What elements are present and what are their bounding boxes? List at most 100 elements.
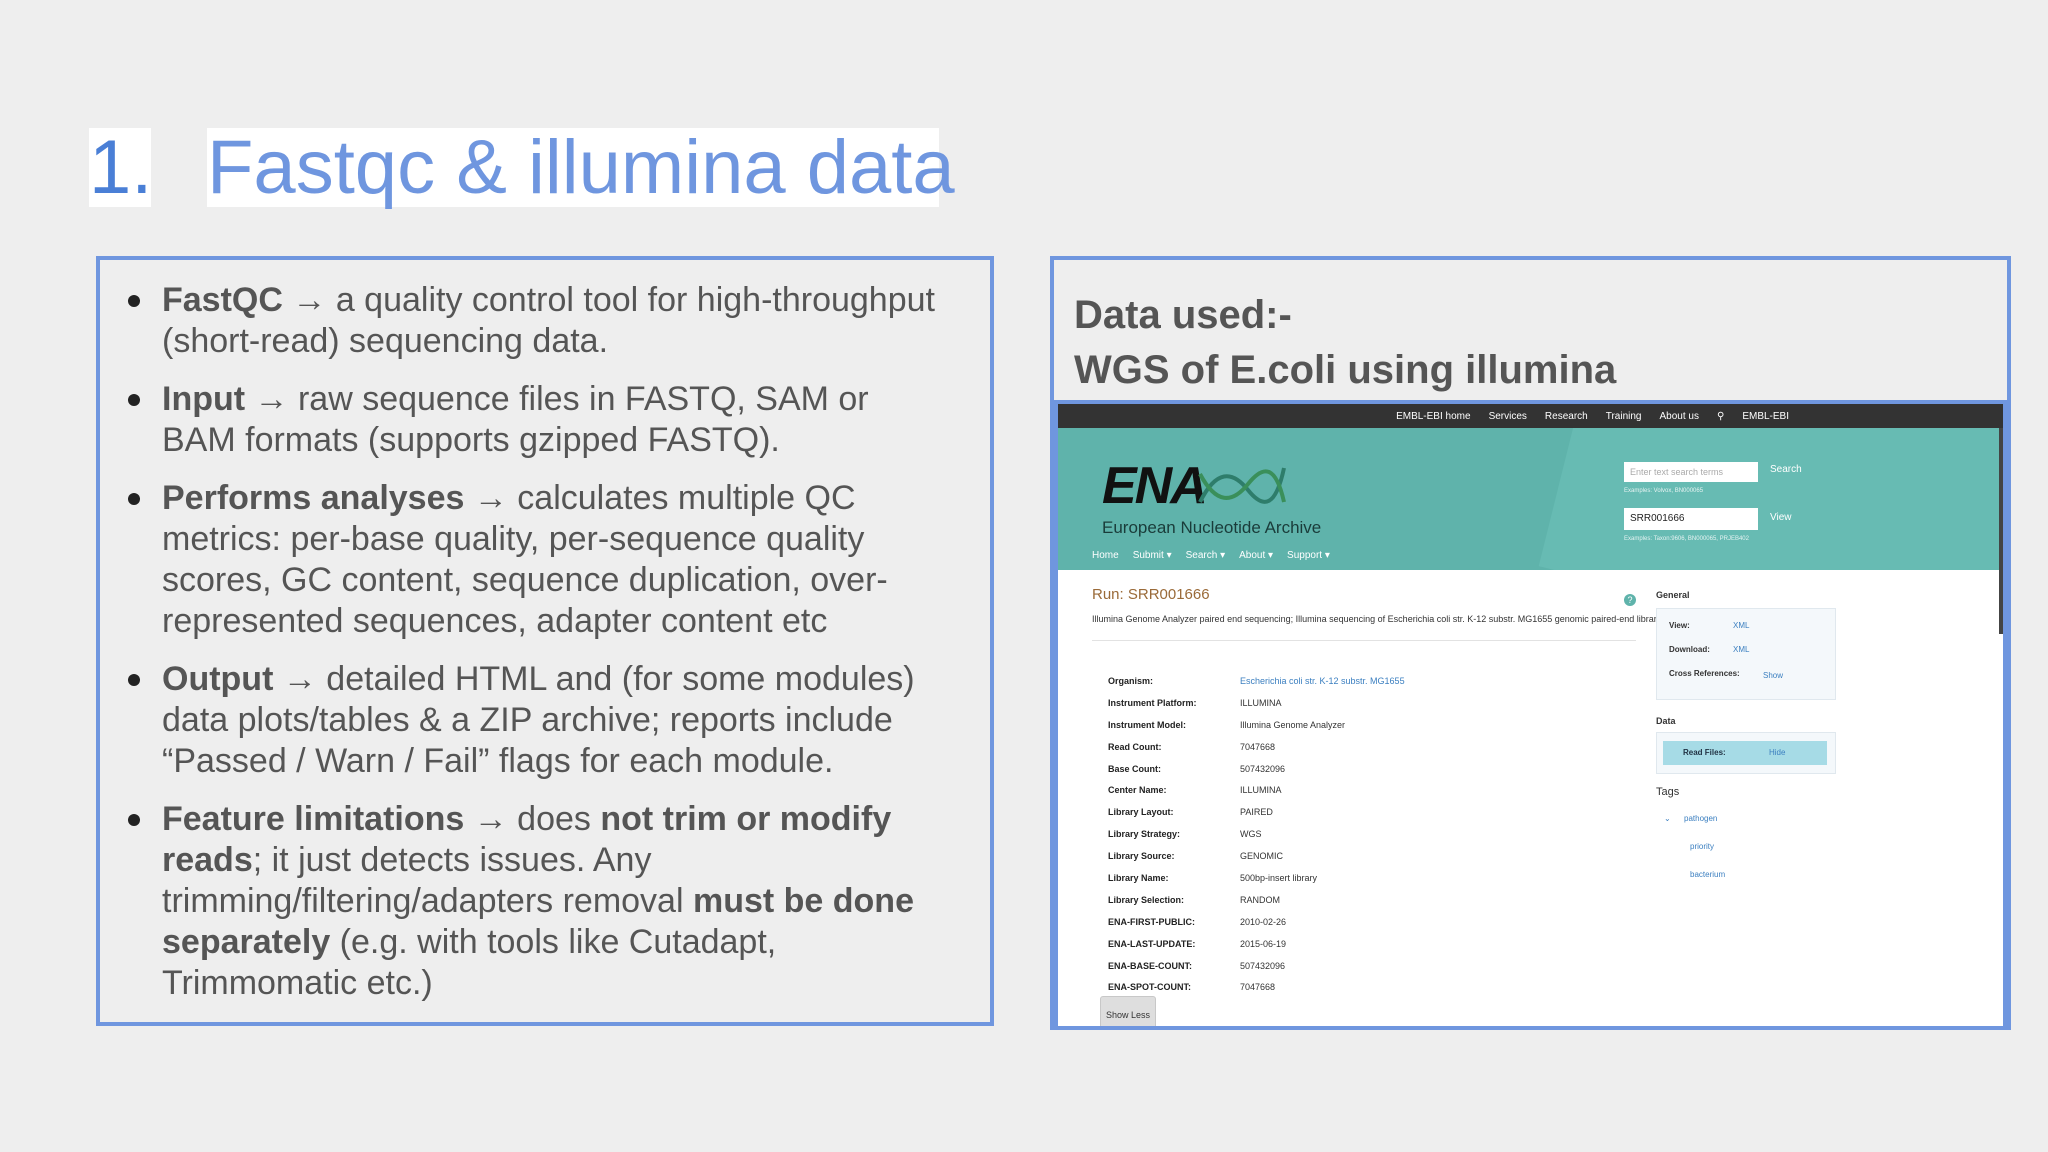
topbar-services-link[interactable]: Services <box>1489 411 1527 422</box>
metadata-key: Instrument Model: <box>1108 719 1186 730</box>
feature-box: FastQC → a quality control tool for high… <box>96 256 994 1026</box>
topbar-home-link[interactable]: EMBL-EBI home <box>1396 411 1470 422</box>
scrollbar[interactable] <box>1999 428 2003 634</box>
topbar-training-link[interactable]: Training <box>1606 411 1642 422</box>
topbar-about-link[interactable]: About us <box>1660 411 1699 422</box>
accession-input[interactable]: SRR001666 <box>1624 508 1758 530</box>
metadata-key: Library Source: <box>1108 851 1175 862</box>
dna-helix-icon <box>1198 467 1286 504</box>
embl-topbar: EMBL-EBI home Services Research Training… <box>1058 404 2003 428</box>
metadata-value: ILLUMINA <box>1240 697 1282 708</box>
cross-references-link[interactable]: Show <box>1763 671 1783 680</box>
topbar-research-link[interactable]: Research <box>1545 411 1588 422</box>
metadata-key: Library Name: <box>1108 872 1169 883</box>
nav-search[interactable]: Search ▾ <box>1186 550 1225 561</box>
ena-screenshot: EMBL-EBI home Services Research Training… <box>1054 400 2007 1026</box>
metadata-row: Read Count: 7047668 <box>1108 736 1405 758</box>
nav-home[interactable]: Home <box>1092 550 1119 561</box>
metadata-row: Library Strategy: WGS <box>1108 823 1405 845</box>
metadata-value: 7047668 <box>1240 741 1276 752</box>
read-files-row[interactable]: Read Files: Hide <box>1663 741 1827 765</box>
tag-bacterium[interactable]: bacterium <box>1690 870 1725 879</box>
nav-submit[interactable]: Submit ▾ <box>1133 550 1172 561</box>
bullet-term: Output <box>162 660 274 698</box>
bullet-term: Feature limitations <box>162 800 465 838</box>
metadata-value: 7047668 <box>1240 982 1276 993</box>
download-xml-link[interactable]: XML <box>1733 645 1749 654</box>
bullet-text: → does <box>464 800 601 838</box>
data-used-line2: WGS of E.coli using illumina <box>1074 348 1617 392</box>
general-panel: View: XML Download: XML Cross References… <box>1656 608 1836 700</box>
metadata-row: Library Name: 500bp-insert library <box>1108 867 1405 889</box>
view-label: View: <box>1669 621 1690 630</box>
metadata-value[interactable]: Escherichia coli str. K-12 substr. MG165… <box>1240 676 1405 686</box>
metadata-key: ENA-FIRST-PUBLIC: <box>1108 916 1195 927</box>
search-examples: Examples: Volvox, BN000065 <box>1624 488 1704 494</box>
sidebar: General View: XML Download: XML Cross Re… <box>1656 570 1856 1026</box>
search-icon[interactable]: ⚲ <box>1717 411 1724 422</box>
view-button[interactable]: View <box>1770 512 1792 523</box>
data-used-box: Data used:- WGS of E.coli using illumina… <box>1050 256 2011 1030</box>
metadata-key: ENA-SPOT-COUNT: <box>1108 982 1191 993</box>
metadata-value: GENOMIC <box>1240 851 1284 862</box>
metadata-value: PAIRED <box>1240 807 1273 818</box>
metadata-value: 507432096 <box>1240 763 1286 774</box>
download-label: Download: <box>1669 645 1710 654</box>
metadata-row: Center Name: ILLUMINA <box>1108 779 1405 801</box>
help-icon[interactable]: ? <box>1624 594 1636 606</box>
bullet-text: → raw sequence files in FASTQ, SAM or BA… <box>162 380 869 459</box>
metadata-key: Library Selection: <box>1108 894 1185 905</box>
data-heading: Data <box>1656 716 1676 726</box>
bullet-item: Feature limitations → does not trim or m… <box>128 799 942 1004</box>
divider <box>1092 640 1636 641</box>
bullet-item: FastQC → a quality control tool for high… <box>128 280 942 362</box>
metadata-key: Organism: <box>1108 675 1154 686</box>
run-details: Run: SRR001666 Illumina Genome Analyzer … <box>1058 570 2003 1026</box>
run-description: Illumina Genome Analyzer paired end sequ… <box>1092 614 1662 624</box>
ena-header: ENA European Nucleotide Archive Home Sub… <box>1058 428 2003 570</box>
metadata-row: ENA-BASE-COUNT: 507432096 <box>1108 955 1405 977</box>
metadata-key: Library Layout: <box>1108 807 1174 818</box>
metadata-value: WGS <box>1240 829 1262 840</box>
view-xml-link[interactable]: XML <box>1733 621 1749 630</box>
read-files-label: Read Files: <box>1683 748 1726 757</box>
ena-logo[interactable]: ENA <box>1102 456 1208 516</box>
view-examples: Examples: Taxon:9606, BN000065, PRJEB402 <box>1624 536 1749 542</box>
nav-about[interactable]: About ▾ <box>1239 550 1273 561</box>
metadata-row: ENA-LAST-UPDATE: 2015-06-19 <box>1108 933 1405 955</box>
topbar-embl-link[interactable]: EMBL-EBI <box>1742 411 1789 422</box>
slide-number: 1. <box>89 125 153 210</box>
ena-logo-subtitle: European Nucleotide Archive <box>1102 518 1322 537</box>
bullet-list: FastQC → a quality control tool for high… <box>128 280 942 1021</box>
metadata-key: Center Name: <box>1108 785 1167 796</box>
text-search-input[interactable]: Enter text search terms <box>1624 462 1758 482</box>
bullet-item: Output → detailed HTML and (for some mod… <box>128 659 942 782</box>
metadata-row: Instrument Model: Illumina Genome Analyze… <box>1108 714 1405 736</box>
metadata-row: ENA-FIRST-PUBLIC: 2010-02-26 <box>1108 911 1405 933</box>
data-used-line1: Data used:- <box>1074 293 1292 337</box>
metadata-table: Organism: Escherichia coli str. K-12 subs… <box>1108 670 1405 998</box>
slide-title: Fastqc & illumina data <box>207 125 955 210</box>
metadata-row: Organism: Escherichia coli str. K-12 subs… <box>1108 670 1405 692</box>
ena-nav: Home Submit ▾ Search ▾ About ▾ Support ▾ <box>1092 550 1330 561</box>
metadata-key: ENA-LAST-UPDATE: <box>1108 938 1196 949</box>
search-button[interactable]: Search <box>1770 464 1802 475</box>
bullet-term: Input <box>162 380 246 418</box>
metadata-row: Library Source: GENOMIC <box>1108 845 1405 867</box>
metadata-value: 2010-02-26 <box>1240 916 1287 927</box>
chevron-down-icon[interactable]: ⌄ <box>1664 814 1671 823</box>
general-heading: General <box>1656 590 1690 600</box>
metadata-key: Read Count: <box>1108 741 1162 752</box>
tag-priority[interactable]: priority <box>1690 842 1714 851</box>
tags-heading: Tags <box>1656 786 1680 798</box>
show-less-button[interactable]: Show Less <box>1100 996 1156 1026</box>
cross-references-label: Cross References: <box>1669 669 1740 678</box>
nav-support[interactable]: Support ▾ <box>1287 550 1330 561</box>
bullet-term: Performs analyses <box>162 479 465 517</box>
hide-link[interactable]: Hide <box>1769 741 1785 765</box>
metadata-row: Instrument Platform: ILLUMINA <box>1108 692 1405 714</box>
tag-pathogen[interactable]: pathogen <box>1684 814 1717 823</box>
metadata-value: 500bp-insert library <box>1240 872 1318 883</box>
metadata-key: Library Strategy: <box>1108 829 1181 840</box>
metadata-value: 507432096 <box>1240 960 1286 971</box>
